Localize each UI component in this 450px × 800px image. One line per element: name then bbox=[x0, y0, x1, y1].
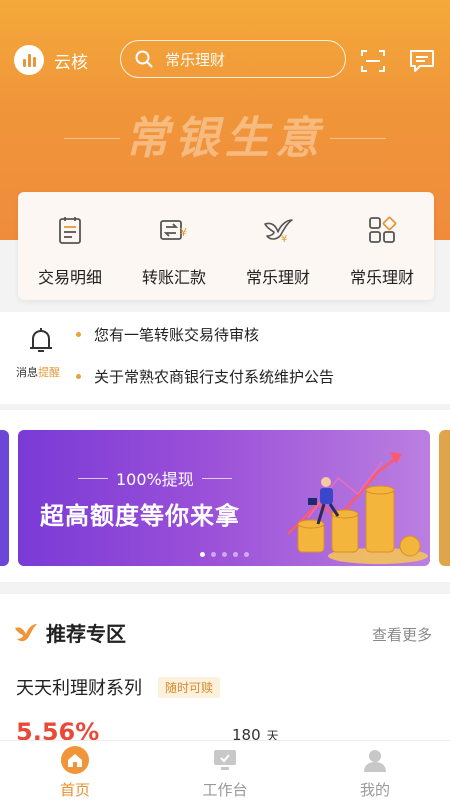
banner-prev-peek[interactable] bbox=[0, 430, 9, 566]
carousel-dot[interactable] bbox=[244, 552, 249, 557]
notice-section: 消息提醒 您有一笔转账交易待审核 关于常熟农商银行支付系统维护公告 bbox=[0, 312, 450, 404]
notice-text: 您有一笔转账交易待审核 bbox=[94, 326, 260, 344]
quick-action-wealth[interactable]: ¥ 常乐理财 bbox=[226, 192, 330, 300]
transaction-list-icon bbox=[59, 217, 81, 244]
banner-carousel: 100%提现 超高额度等你来拿 bbox=[0, 410, 450, 582]
banner-subtitle-line bbox=[78, 477, 108, 479]
swallow-icon bbox=[15, 623, 37, 641]
quick-action-more[interactable]: 常乐理财 bbox=[330, 192, 434, 300]
slogan-line-left bbox=[64, 138, 120, 139]
quick-action-label: 常乐理财 bbox=[245, 268, 310, 287]
banner-title: 超高额度等你来拿 bbox=[40, 502, 240, 530]
user-icon bbox=[360, 745, 390, 775]
notice-item[interactable]: 您有一笔转账交易待审核 bbox=[75, 324, 260, 345]
svg-text:¥: ¥ bbox=[180, 226, 187, 239]
scan-icon[interactable] bbox=[360, 48, 386, 74]
view-more-link[interactable]: 查看更多 bbox=[372, 624, 432, 645]
banner-subtitle-row: 100%提现 bbox=[70, 466, 240, 490]
promo-banner[interactable]: 100%提现 超高额度等你来拿 bbox=[18, 430, 430, 566]
monitor-icon bbox=[210, 745, 240, 775]
carousel-dot[interactable] bbox=[222, 552, 227, 557]
slogan-text: 常银生意 bbox=[125, 113, 325, 164]
recommend-title: 推荐专区 bbox=[46, 622, 126, 646]
notice-caption: 消息提醒 bbox=[16, 364, 60, 380]
carousel-dot[interactable] bbox=[233, 552, 238, 557]
carousel-dot[interactable] bbox=[200, 552, 205, 557]
tab-workbench[interactable]: 工作台 bbox=[150, 741, 300, 800]
slogan-banner: 常银生意 bbox=[0, 94, 450, 184]
brand-name[interactable]: 云核 bbox=[54, 48, 88, 73]
slogan-line-right bbox=[330, 138, 386, 139]
tab-label: 我的 bbox=[359, 781, 390, 799]
search-placeholder: 常乐理财 bbox=[165, 50, 226, 69]
quick-actions-card: 交易明细 ¥ 转账汇款 ¥ 常乐理财 常乐理财 bbox=[18, 192, 434, 300]
search-icon bbox=[135, 50, 153, 68]
quick-action-transfer[interactable]: ¥ 转账汇款 bbox=[122, 192, 226, 300]
product-tag: 随时可赎 bbox=[158, 677, 221, 698]
quick-action-transactions[interactable]: 交易明细 bbox=[18, 192, 122, 300]
banner-next-peek[interactable] bbox=[439, 430, 450, 566]
carousel-dot[interactable] bbox=[211, 552, 216, 557]
bell-icon[interactable] bbox=[28, 326, 54, 356]
search-bar[interactable]: 常乐理财 bbox=[120, 40, 346, 78]
bank-logo-icon[interactable] bbox=[14, 45, 44, 75]
home-icon bbox=[60, 745, 90, 775]
notice-caption-suffix: 提醒 bbox=[38, 366, 60, 379]
tab-home[interactable]: 首页 bbox=[0, 741, 150, 800]
banner-subtitle-line bbox=[201, 477, 232, 479]
notice-caption-prefix: 消息 bbox=[16, 366, 38, 379]
wealth-bird-icon: ¥ bbox=[264, 219, 293, 245]
apps-grid-icon bbox=[369, 216, 397, 243]
tab-label: 首页 bbox=[59, 781, 90, 799]
carousel-dots[interactable] bbox=[200, 552, 249, 557]
tab-profile[interactable]: 我的 bbox=[300, 741, 450, 800]
svg-text:¥: ¥ bbox=[281, 234, 287, 245]
transfer-icon: ¥ bbox=[160, 220, 187, 240]
notice-text: 关于常熟农商银行支付系统维护公告 bbox=[94, 368, 335, 386]
message-icon[interactable] bbox=[408, 48, 436, 74]
tab-label: 工作台 bbox=[202, 781, 248, 799]
recommend-header: 推荐专区 bbox=[14, 618, 126, 647]
top-bar: 云核 常乐理财 bbox=[0, 38, 450, 82]
quick-action-label: 常乐理财 bbox=[349, 268, 414, 287]
notice-item[interactable]: 关于常熟农商银行支付系统维护公告 bbox=[75, 366, 335, 387]
banner-subtitle: 100%提现 bbox=[116, 470, 194, 489]
product-name[interactable]: 天天利理财系列 bbox=[16, 674, 142, 700]
coins-growth-illustration bbox=[287, 452, 428, 564]
quick-action-label: 交易明细 bbox=[37, 268, 102, 287]
bottom-tab-bar: 首页 工作台 我的 bbox=[0, 740, 450, 800]
quick-action-label: 转账汇款 bbox=[141, 268, 206, 287]
